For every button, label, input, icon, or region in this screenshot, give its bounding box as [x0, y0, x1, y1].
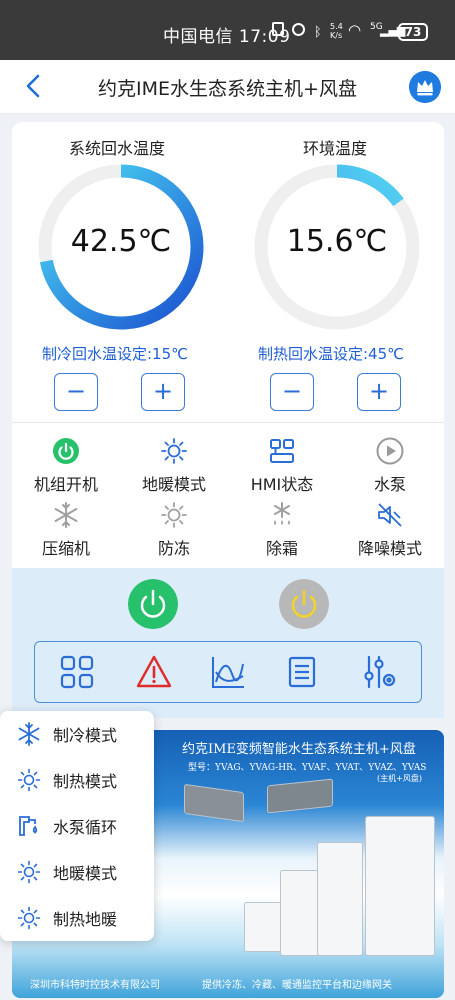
heating-minus-button[interactable]: −	[270, 373, 314, 411]
list-document-icon[interactable]	[284, 654, 320, 690]
sun-icon	[17, 860, 41, 884]
status-label: 机组开机	[33, 475, 98, 494]
status-bar: 中国电信 17:09 ᛒ 5.4 K/s ◠ 5G ▂▄▆ 73	[0, 0, 455, 60]
banner-company: 深圳市科特时控技术有限公司	[30, 980, 160, 991]
sun-icon	[17, 768, 41, 792]
status-hmi: HMI状态	[227, 437, 337, 495]
banner-slogan: 提供冷冻、冷藏、暖通监控平台和边缘网关	[202, 980, 392, 991]
alarm-warning-icon[interactable]	[136, 654, 172, 690]
power-off-button[interactable]	[279, 579, 329, 629]
status-label: 防冻	[157, 539, 190, 558]
status-compressor: 压缩机	[11, 501, 121, 559]
outdoor-unit-image	[317, 842, 363, 956]
banner-title: 约克IME变频智能水生态系统主机+风盘	[182, 742, 416, 757]
ambient-temp-title: 环境温度	[303, 139, 368, 158]
nfc-icon	[272, 22, 284, 36]
grid-menu-icon[interactable]	[59, 654, 95, 690]
outdoor-unit-image	[365, 816, 435, 956]
menu-item-label: 制冷模式	[53, 726, 118, 745]
ducted-unit-image	[267, 778, 333, 814]
status-defrost: 除霜	[227, 501, 337, 559]
snowflake-icon	[54, 502, 78, 528]
banner-models: 型号：YVAG、YVAG-HR、YVAF、YVAT、YVAZ、YVAS	[188, 763, 427, 773]
outdoor-unit-image	[244, 902, 284, 952]
power-on-icon	[53, 438, 79, 464]
menu-item-label: 水泵循环	[53, 818, 118, 837]
settings-sliders-icon[interactable]	[361, 654, 397, 690]
status-floor-heating: 地暖模式	[119, 437, 229, 495]
status-label: HMI状态	[250, 475, 314, 494]
nav-bar: 约克IME水生态系统主机+风盘	[0, 60, 455, 114]
network-speed: 5.4 K/s	[330, 22, 343, 40]
pump-icon	[19, 816, 38, 836]
cooling-plus-button[interactable]: +	[141, 373, 185, 411]
outdoor-unit-image	[280, 870, 322, 956]
menu-item-label: 地暖模式	[53, 864, 118, 883]
status-label: 压缩机	[41, 539, 90, 558]
wifi-icon: ◠	[348, 21, 362, 39]
menu-item-label: 制热模式	[53, 772, 118, 791]
status-label: 地暖模式	[141, 475, 206, 494]
menu-item-pump-circulation[interactable]: 水泵循环	[0, 803, 154, 847]
battery-icon: 73	[398, 23, 428, 41]
menu-item-floor-heating[interactable]: 地暖模式	[0, 849, 154, 893]
alarm-icon	[292, 23, 306, 36]
pump-play-icon	[376, 437, 404, 465]
banner-subtitle: (主机+风盘)	[377, 774, 422, 783]
status-label: 除霜	[265, 539, 298, 558]
menu-item-heating-floor[interactable]: 制热地暖	[0, 895, 154, 939]
return-water-temp-value: 42.5℃	[70, 224, 172, 259]
hmi-icon	[270, 439, 294, 463]
status-label: 水泵	[373, 475, 406, 494]
bluetooth-icon: ᛒ	[313, 25, 322, 40]
status-antifreeze: 防冻	[119, 501, 229, 559]
heating-plus-button[interactable]: +	[357, 373, 401, 411]
ambient-temp-value: 15.6℃	[286, 224, 388, 259]
defrost-icon	[274, 502, 290, 525]
power-on-button[interactable]	[128, 579, 178, 629]
crown-icon[interactable]	[409, 71, 441, 103]
menu-item-cooling[interactable]: 制冷模式	[0, 711, 154, 755]
status-pump: 水泵	[335, 437, 445, 495]
sun-icon	[161, 438, 187, 464]
menu-item-label: 制热地暖	[53, 910, 118, 929]
function-toolbar	[34, 641, 422, 703]
cooling-minus-button[interactable]: −	[54, 373, 98, 411]
status-noise-reduction: 降噪模式	[335, 501, 445, 559]
snowflake-icon	[18, 722, 40, 746]
sun-icon	[17, 906, 41, 930]
status-unit-on: 机组开机	[11, 437, 121, 495]
section-divider	[12, 422, 444, 423]
mode-menu: 制冷模式 制热模式 水泵循环 地暖模式 制热地暖	[0, 711, 154, 941]
ducted-unit-image	[184, 783, 244, 823]
heating-setpoint-label: 制热回水温设定:45℃	[258, 345, 404, 363]
menu-item-heating[interactable]: 制热模式	[0, 757, 154, 801]
mute-icon	[378, 503, 402, 527]
status-label: 降噪模式	[357, 539, 422, 558]
sun-icon	[161, 502, 187, 528]
chart-curve-icon[interactable]	[210, 654, 246, 690]
return-water-temp-title: 系统回水温度	[69, 139, 166, 158]
cooling-setpoint-label: 制冷回水温设定:15℃	[42, 345, 188, 363]
page-title: 约克IME水生态系统主机+风盘	[98, 78, 357, 100]
